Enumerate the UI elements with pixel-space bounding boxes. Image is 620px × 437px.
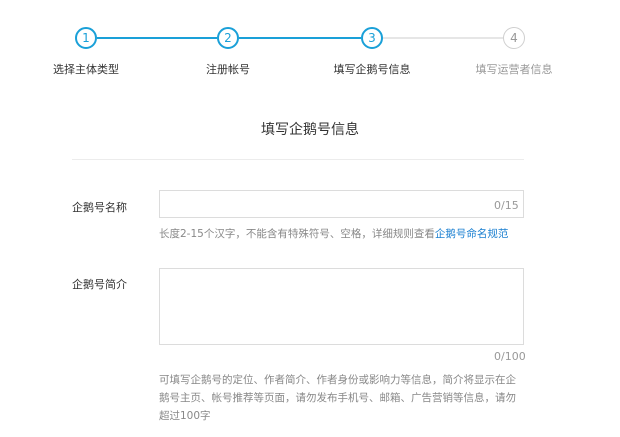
intro-hint-line: 鹅号主页、帐号推荐等页面，请勿发布手机号、邮箱、广告营销等信息，请勿 [159,392,516,404]
name-char-counter: 0/15 [494,199,519,212]
name-hint-text: 长度2-15个汉字，不能含有特殊符号、空格，详细规则查看 [159,228,435,240]
name-input[interactable] [159,190,524,218]
step-connector-1-2 [97,37,217,39]
step-2-circle: 2 [217,27,239,49]
name-field-label: 企鹅号名称 [72,201,127,214]
step-connector-2-3 [239,37,361,39]
title-divider [72,159,524,160]
step-1-label: 选择主体类型 [53,63,119,76]
step-3-label: 填写企鹅号信息 [333,63,411,76]
step-4-circle: 4 [503,27,525,49]
step-connector-3-4 [383,37,503,39]
intro-textarea[interactable] [159,268,524,345]
intro-char-counter: 0/100 [494,350,526,363]
step-1-circle: 1 [75,27,97,49]
name-hint: 长度2-15个汉字，不能含有特殊符号、空格，详细规则查看企鹅号命名规范 [159,225,508,243]
form-title: 填写企鹅号信息 [261,122,359,138]
step-4-label: 填写运营者信息 [475,63,553,76]
intro-hint-line: 超过100字 [159,410,211,422]
intro-field-label: 企鹅号简介 [72,278,127,291]
intro-hint: 可填写企鹅号的定位、作者简介、作者身份或影响力等信息，简介将显示在企 鹅号主页、… [159,371,516,425]
progress-stepper: 1 2 3 4 选择主体类型 注册帐号 填写企鹅号信息 填写运营者信息 [0,0,620,90]
step-3-circle: 3 [361,27,383,49]
naming-rules-link[interactable]: 企鹅号命名规范 [435,228,509,240]
intro-hint-line: 可填写企鹅号的定位、作者简介、作者身份或影响力等信息，简介将显示在企 [159,374,516,386]
step-2-label: 注册帐号 [206,63,250,76]
